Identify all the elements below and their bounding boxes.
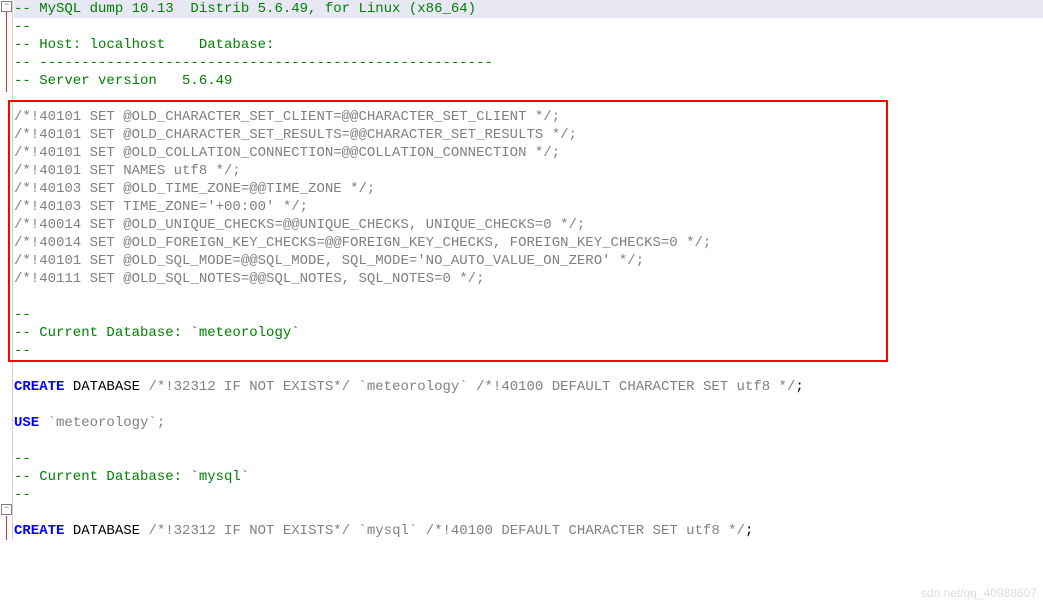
code-line: CREATE DATABASE /*!32312 IF NOT EXISTS*/… xyxy=(14,522,1043,540)
fold-toggle-icon[interactable]: − xyxy=(1,504,12,515)
code-text: DATABASE xyxy=(64,379,148,395)
code-line xyxy=(14,504,1043,522)
code-line: -- Host: localhost Database: xyxy=(14,36,1043,54)
code-text: DATABASE xyxy=(64,523,148,539)
hint-comment: /*!32312 IF NOT EXISTS*/ xyxy=(148,523,350,539)
code-line: -- Server version 5.6.49 xyxy=(14,72,1043,90)
code-text: ; xyxy=(745,523,753,539)
code-line: -- -------------------------------------… xyxy=(14,54,1043,72)
watermark-text: sdn.net/qq_40988607 xyxy=(921,584,1037,602)
hint-comment: /*!32312 IF NOT EXISTS*/ xyxy=(148,379,350,395)
code-line xyxy=(14,396,1043,414)
keyword-create: CREATE xyxy=(14,523,64,539)
hint-comment: /*!40100 DEFAULT CHARACTER SET utf8 */ xyxy=(426,523,745,539)
code-line: USE `meteorology`; xyxy=(14,414,1043,432)
code-line: -- xyxy=(14,486,1043,504)
code-line: -- MySQL dump 10.13 Distrib 5.6.49, for … xyxy=(14,0,1043,18)
code-line xyxy=(14,432,1043,450)
keyword-create: CREATE xyxy=(14,379,64,395)
fold-guide-line xyxy=(6,12,7,92)
code-line: -- xyxy=(14,18,1043,36)
fold-toggle-icon[interactable]: − xyxy=(1,1,12,12)
identifier: `meteorology` xyxy=(350,379,476,395)
code-text: ; xyxy=(795,379,803,395)
keyword-use: USE xyxy=(14,415,39,431)
code-line xyxy=(14,360,1043,378)
hint-comment: /*!40100 DEFAULT CHARACTER SET utf8 */ xyxy=(476,379,795,395)
highlight-box xyxy=(8,100,888,362)
identifier: `meteorology`; xyxy=(39,415,165,431)
code-line: CREATE DATABASE /*!32312 IF NOT EXISTS*/… xyxy=(14,378,1043,396)
code-line: -- Current Database: `mysql` xyxy=(14,468,1043,486)
identifier: `mysql` xyxy=(350,523,426,539)
code-line: -- xyxy=(14,450,1043,468)
fold-guide-line xyxy=(6,516,7,540)
